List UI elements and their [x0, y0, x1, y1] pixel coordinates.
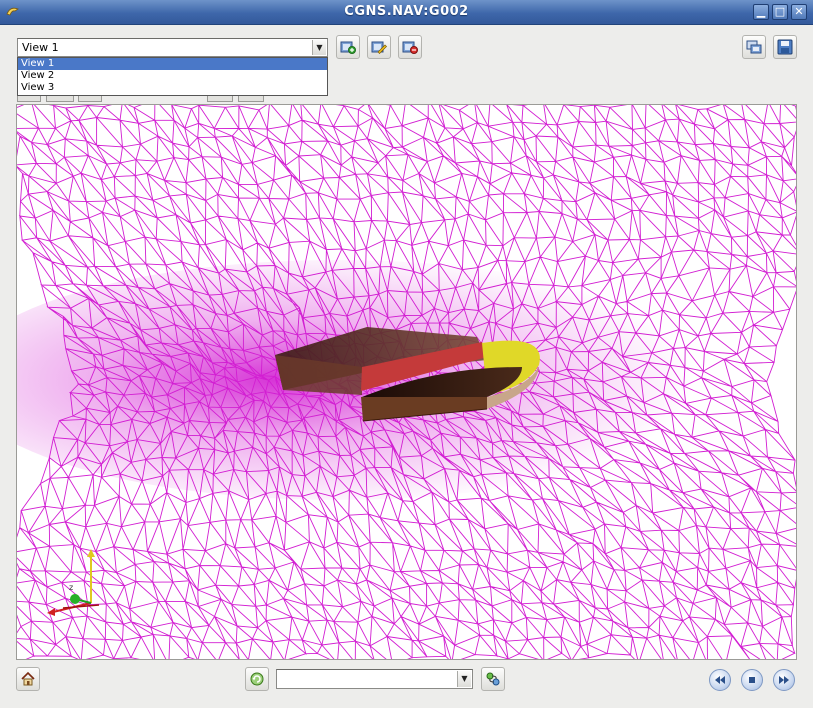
refresh-icon	[250, 672, 264, 686]
view-selector[interactable]: View 1 ▼	[17, 38, 328, 57]
home-icon	[21, 671, 35, 686]
chevron-down-icon[interactable]: ▼	[312, 40, 326, 55]
delete-view-icon	[402, 41, 418, 54]
hidden-toolbar-button	[207, 96, 233, 102]
hidden-toolbar-button	[46, 96, 74, 102]
close-icon: ✕	[794, 5, 804, 18]
maximize-icon: □	[774, 5, 786, 18]
add-view-button[interactable]	[336, 35, 360, 59]
hidden-toolbar-button	[78, 96, 102, 102]
chevron-down-icon[interactable]: ▼	[457, 671, 471, 687]
previous-icon	[715, 676, 725, 684]
close-button[interactable]: ✕	[791, 4, 807, 20]
maximize-button[interactable]: □	[772, 4, 788, 20]
view-dropdown-list: View 1 View 2 View 3	[17, 57, 328, 96]
window-title: CGNS.NAV:G002	[344, 4, 469, 19]
refresh-button[interactable]	[245, 667, 269, 691]
snapshot-button[interactable]	[742, 35, 766, 59]
home-button[interactable]	[16, 667, 40, 691]
stop-icon	[749, 677, 755, 683]
next-icon	[779, 676, 789, 684]
title-bar: CGNS.NAV:G002 ▁ □ ✕	[0, 0, 813, 25]
view-option[interactable]: View 2	[18, 70, 327, 82]
save-button[interactable]	[773, 35, 797, 59]
hidden-toolbar-button	[238, 96, 264, 102]
stop-button[interactable]	[741, 669, 763, 691]
svg-text:z: z	[69, 583, 73, 592]
next-button[interactable]	[773, 669, 795, 691]
hidden-toolbar-button	[17, 96, 41, 102]
mesh-canvas[interactable]: z	[17, 105, 796, 659]
mesh-viewport[interactable]: z	[16, 104, 797, 660]
family-icon	[486, 672, 500, 686]
view-option[interactable]: View 3	[18, 82, 327, 94]
delete-view-button[interactable]	[398, 35, 422, 59]
save-icon	[777, 39, 793, 55]
view-selector-value: View 1	[22, 41, 59, 54]
edit-view-icon	[371, 41, 387, 54]
axis-triad: z	[47, 549, 100, 616]
family-apply-button[interactable]	[481, 667, 505, 691]
minimize-icon: ▁	[756, 5, 766, 18]
add-view-icon	[340, 41, 356, 54]
view-option[interactable]: View 1	[18, 58, 327, 70]
previous-button[interactable]	[709, 669, 731, 691]
edit-view-button[interactable]	[367, 35, 391, 59]
minimize-button[interactable]: ▁	[753, 4, 769, 20]
family-selector[interactable]: ▼	[276, 669, 473, 689]
snapshot-icon	[746, 40, 762, 54]
